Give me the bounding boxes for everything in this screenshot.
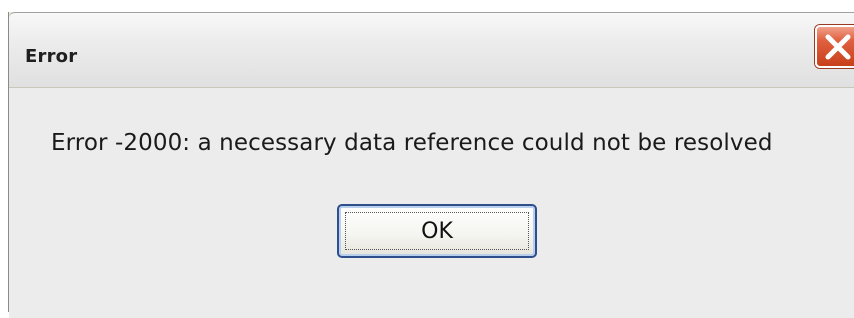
close-icon — [825, 34, 851, 60]
error-message: Error -2000: a necessary data reference … — [51, 130, 773, 156]
ok-button[interactable]: OK — [337, 204, 537, 258]
window-title: Error — [25, 46, 78, 67]
title-bar[interactable]: Error — [9, 12, 854, 88]
close-button[interactable] — [815, 25, 854, 68]
error-dialog-window: Error Error -2000: a necessary data refe… — [8, 12, 854, 318]
ok-button-label: OK — [421, 218, 453, 244]
dialog-body: Error -2000: a necessary data reference … — [9, 88, 854, 318]
